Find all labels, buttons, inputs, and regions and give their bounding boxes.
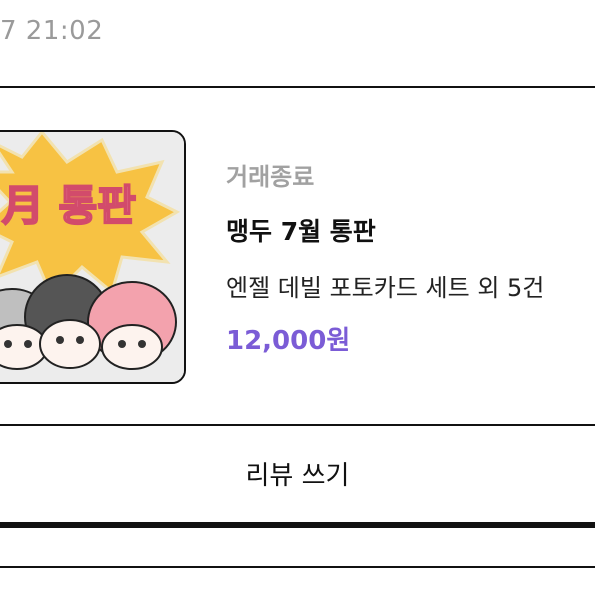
bottom-divider: [0, 566, 595, 568]
order-price: 12,000원: [226, 326, 351, 356]
middle-divider: [0, 424, 595, 426]
thumbnail-banner-text: 月 통판: [2, 181, 136, 230]
order-title: 맹두 7월 통판: [226, 217, 376, 246]
top-divider: [0, 86, 595, 88]
order-items-summary: 엔젤 데빌 포토카드 세트 외 5건: [226, 274, 545, 302]
write-review-button[interactable]: 리뷰 쓰기: [0, 427, 595, 519]
product-thumbnail-image: 月 통판: [0, 132, 184, 382]
order-detail-page: 7 21:02 月 통판 거래종료 맹두 7월 통판 엔젤 데빌 포토카드 세트…: [0, 0, 595, 595]
write-review-label: 리뷰 쓰기: [245, 460, 350, 491]
order-status: 거래종료: [226, 163, 315, 191]
order-timestamp: 7 21:02: [0, 16, 104, 46]
section-separator: [0, 522, 595, 528]
product-thumbnail[interactable]: 月 통판: [0, 130, 186, 384]
